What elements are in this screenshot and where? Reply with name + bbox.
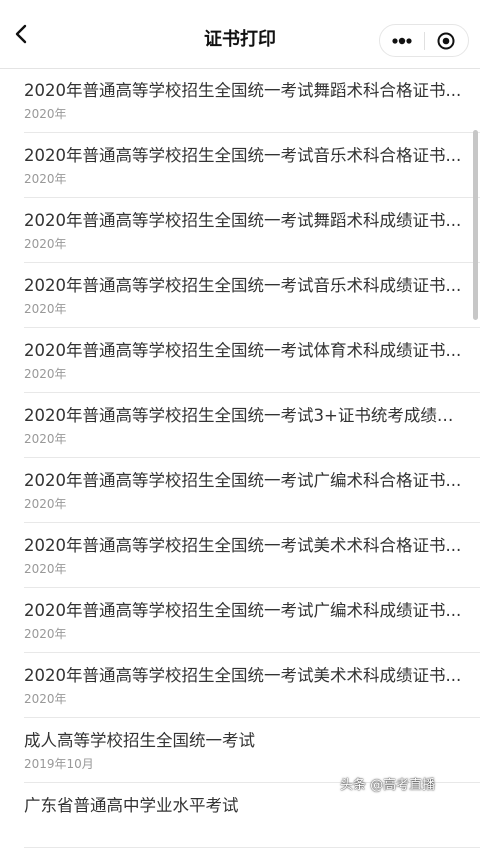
item-title: 2020年普通高等学校招生全国统一考试3+证书统考成绩证...: [24, 406, 469, 425]
item-date: 2020年: [24, 237, 67, 251]
item-date: 2020年: [24, 302, 67, 316]
item-title: 2020年普通高等学校招生全国统一考试美术术科成绩证书...: [24, 666, 462, 685]
item-title: 2020年普通高等学校招生全国统一考试舞蹈术科成绩证书...: [24, 211, 462, 230]
back-button[interactable]: [8, 20, 36, 48]
item-title: 广东省普通高中学业水平考试: [24, 796, 239, 815]
item-title: 2020年普通高等学校招生全国统一考试体育术科成绩证书...: [24, 341, 462, 360]
mini-program-capsule: [379, 24, 469, 57]
watermark: 头条 @高考直播: [340, 777, 436, 793]
item-title: 2020年普通高等学校招生全国统一考试美术术科合格证书...: [24, 536, 462, 555]
item-date: 2020年: [24, 562, 67, 576]
item-title: 成人高等学校招生全国统一考试: [24, 731, 255, 750]
item-title: 2020年普通高等学校招生全国统一考试广编术科成绩证书...: [24, 601, 462, 620]
item-date: 2020年: [24, 627, 67, 641]
close-button[interactable]: [425, 25, 469, 56]
list-item[interactable]: 2020年普通高等学校招生全国统一考试广编术科合格证书... 2020年: [24, 458, 480, 523]
more-dots-icon: [392, 37, 412, 44]
target-close-icon: [437, 32, 455, 49]
chevron-left-icon: [15, 24, 27, 44]
item-date: 2019年10月: [24, 757, 94, 771]
list-item[interactable]: 2020年普通高等学校招生全国统一考试广编术科成绩证书... 2020年: [24, 588, 480, 653]
list-item[interactable]: 2020年普通高等学校招生全国统一考试美术术科成绩证书... 2020年: [24, 653, 480, 718]
item-title: 2020年普通高等学校招生全国统一考试音乐术科合格证书...: [24, 146, 462, 165]
certificate-list: 2020年普通高等学校招生全国统一考试舞蹈术科合格证书... 2020年 202…: [0, 68, 480, 848]
item-date: 2020年: [24, 367, 67, 381]
list-item[interactable]: 2020年普通高等学校招生全国统一考试音乐术科成绩证书... 2020年: [24, 263, 480, 328]
list-item[interactable]: 2020年普通高等学校招生全国统一考试美术术科合格证书... 2020年: [24, 523, 480, 588]
item-title: 2020年普通高等学校招生全国统一考试舞蹈术科合格证书...: [24, 81, 462, 100]
item-date: 2020年: [24, 497, 67, 511]
list-item[interactable]: 2020年普通高等学校招生全国统一考试舞蹈术科成绩证书... 2020年: [24, 198, 480, 263]
item-title: 2020年普通高等学校招生全国统一考试音乐术科成绩证书...: [24, 276, 462, 295]
item-date: 2020年: [24, 692, 67, 706]
list-item[interactable]: 2020年普通高等学校招生全国统一考试舞蹈术科合格证书... 2020年: [24, 68, 480, 133]
list-item[interactable]: 2020年普通高等学校招生全国统一考试音乐术科合格证书... 2020年: [24, 133, 480, 198]
list-item[interactable]: 2020年普通高等学校招生全国统一考试3+证书统考成绩证... 2020年: [24, 393, 480, 458]
navigation-bar: 证书打印: [0, 0, 480, 69]
item-date: 2020年: [24, 107, 67, 121]
scrollbar[interactable]: [473, 130, 478, 320]
list-item[interactable]: 2020年普通高等学校招生全国统一考试体育术科成绩证书... 2020年: [24, 328, 480, 393]
more-button[interactable]: [380, 25, 424, 56]
item-date: 2020年: [24, 432, 67, 446]
item-date: 2020年: [24, 172, 67, 186]
item-title: 2020年普通高等学校招生全国统一考试广编术科合格证书...: [24, 471, 462, 490]
